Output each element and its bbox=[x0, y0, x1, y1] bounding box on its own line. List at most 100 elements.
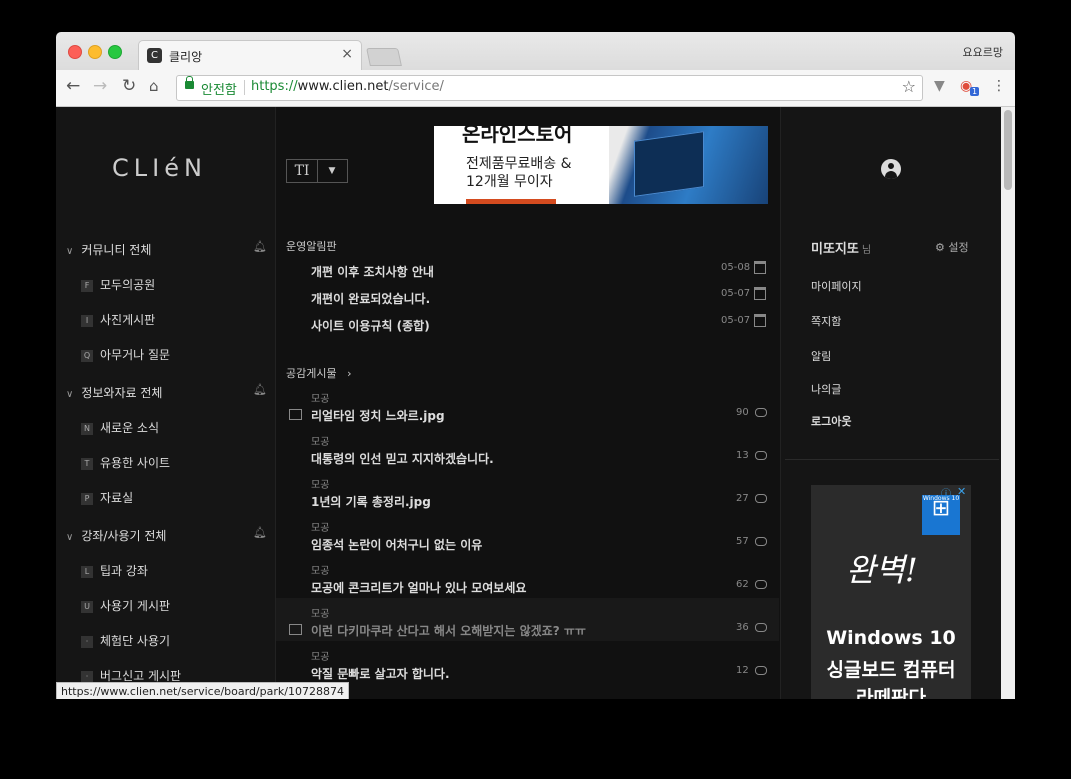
chevron-down-icon: ∨ bbox=[66, 389, 74, 400]
post-title[interactable]: 1년의 기록 총정리.jpg bbox=[311, 493, 431, 510]
comment-count: 57 bbox=[736, 536, 749, 547]
reload-icon[interactable]: ↻ bbox=[122, 76, 136, 96]
tab-close-icon[interactable]: × bbox=[341, 46, 353, 62]
tab-title: 클리앙 bbox=[169, 50, 203, 64]
scrollbar[interactable] bbox=[1001, 107, 1015, 699]
status-bar-url: https://www.clien.net/service/board/park… bbox=[56, 682, 349, 699]
scrollbar-thumb[interactable] bbox=[1004, 110, 1012, 190]
board-pds[interactable]: P 자료실 bbox=[81, 489, 133, 506]
side-ad[interactable]: ⊞ Windows 10 ⓘ ✕ 완벽! Windows 10 싱글보드 컴퓨터 … bbox=[811, 485, 971, 699]
ad-button[interactable] bbox=[466, 199, 556, 204]
notice-title[interactable]: 사이트 이용규칙 (종합) bbox=[311, 317, 430, 334]
username: 미또지또 님 bbox=[811, 242, 872, 257]
notice-title[interactable]: 개편 이후 조치사항 안내 bbox=[311, 263, 434, 280]
bell-icon[interactable]: 🔔︎ bbox=[253, 240, 267, 253]
category-lecture[interactable]: ∨ 강좌/사용기 전체 bbox=[66, 527, 166, 544]
font-icon[interactable]: TI bbox=[287, 160, 318, 182]
category-info[interactable]: ∨ 정보와자료 전체 bbox=[66, 384, 162, 401]
clien-logo[interactable]: CLIéN bbox=[112, 154, 207, 182]
vivaldi-extension-icon[interactable]: ▼ bbox=[934, 78, 945, 94]
address-bar[interactable]: 안전함 https://www.clien.net/service/ ☆ bbox=[176, 75, 923, 101]
browser-window: C 클리앙 × 요요르망 ← → ↻ ⌂ 안전함 https://www.cli… bbox=[56, 32, 1015, 699]
mypage-link[interactable]: 마이페이지 bbox=[811, 278, 862, 294]
bell-icon[interactable]: 🔔︎ bbox=[253, 383, 267, 396]
tab-clien[interactable]: C 클리앙 × bbox=[138, 40, 362, 71]
post-title[interactable]: 임종석 논란이 어처구니 없는 이유 bbox=[311, 536, 482, 553]
ad-info-icon[interactable]: ⓘ bbox=[941, 485, 951, 500]
web-page: CLIéN ∨ 커뮤니티 전체 🔔︎ F 모두의공원 I 사진게시판 Q 아무거나 질문… bbox=[56, 107, 1015, 699]
comment-icon bbox=[755, 408, 767, 417]
board-useful-sites[interactable]: T 유용한 사이트 bbox=[81, 454, 170, 471]
post-title[interactable]: 악질 문빠로 살고자 합니다. bbox=[311, 665, 450, 682]
post-board: 모공 bbox=[311, 523, 330, 534]
post-title[interactable]: 리얼타임 정치 느와르.jpg bbox=[311, 407, 445, 424]
font-size-toggle[interactable]: TI ▼ bbox=[286, 159, 348, 183]
laptop-screen-image bbox=[634, 131, 704, 197]
post-title[interactable]: 모공에 콘크리트가 얼마나 있나 모여보세요 bbox=[311, 579, 526, 596]
my-posts-link[interactable]: 나의글 bbox=[811, 381, 841, 397]
notice-date: 05-07 bbox=[721, 315, 751, 326]
settings-link[interactable]: ⚙ 설정 bbox=[935, 239, 969, 255]
left-sidebar: CLIéN ∨ 커뮤니티 전체 🔔︎ F 모두의공원 I 사진게시판 Q 아무거나 질문… bbox=[56, 107, 276, 699]
logout-link[interactable]: 로그아웃 bbox=[811, 413, 851, 429]
banner-ad[interactable]: 온라인스토어 전제품무료배송 & 12개월 무이자 bbox=[434, 126, 768, 204]
ad-title: 온라인스토어 bbox=[462, 126, 573, 146]
user-avatar-icon[interactable] bbox=[881, 159, 901, 179]
hot-posts-heading[interactable]: 공감게시물 › bbox=[286, 365, 352, 381]
post-board: 모공 bbox=[311, 480, 330, 491]
messages-link[interactable]: 쪽지함 bbox=[811, 313, 841, 329]
board-question[interactable]: Q 아무거나 질문 bbox=[81, 346, 170, 363]
secure-label: 안전함 bbox=[201, 83, 237, 98]
comment-count: 90 bbox=[736, 407, 749, 418]
comment-icon bbox=[755, 623, 767, 632]
bookmark-star-icon[interactable]: ☆ bbox=[902, 77, 916, 96]
board-photos[interactable]: I 사진게시판 bbox=[81, 311, 155, 328]
comment-icon bbox=[755, 537, 767, 546]
user-panel: 미또지또 님 ⚙ 설정 마이페이지 쪽지함 알림 나의글 로그아웃 ⊞ Window… bbox=[780, 107, 1002, 699]
board-park[interactable]: F 모두의공원 bbox=[81, 276, 155, 293]
board-trials[interactable]: · 체험단 사용기 bbox=[81, 632, 170, 649]
comment-count: 36 bbox=[736, 622, 749, 633]
post-board: 모공 bbox=[311, 437, 330, 448]
ad-close-icon[interactable]: ✕ bbox=[957, 485, 966, 498]
menu-dots-icon[interactable]: ⋮ bbox=[992, 78, 1006, 94]
notice-date: 05-07 bbox=[721, 288, 751, 299]
calendar-icon bbox=[754, 287, 766, 300]
notice-title[interactable]: 개편이 완료되었습니다. bbox=[311, 290, 430, 307]
minimize-window-button[interactable] bbox=[88, 45, 102, 59]
back-arrow-icon[interactable]: ← bbox=[66, 76, 80, 96]
chevron-right-icon: › bbox=[347, 367, 352, 380]
comment-icon bbox=[755, 580, 767, 589]
new-tab-button[interactable] bbox=[366, 48, 402, 66]
calendar-icon bbox=[754, 314, 766, 327]
main-content: TI ▼ 온라인스토어 전제품무료배송 & 12개월 무이자 운영알림판 개편 … bbox=[276, 107, 779, 699]
ad-line-2: 12개월 무이자 bbox=[466, 174, 553, 190]
gear-icon: ⚙ bbox=[935, 241, 945, 254]
chevron-down-icon[interactable]: ▼ bbox=[317, 160, 347, 182]
ad-script-text: 완벽! bbox=[846, 551, 918, 589]
category-community[interactable]: ∨ 커뮤니티 전체 bbox=[66, 241, 151, 258]
extension-badge: 1 bbox=[970, 87, 980, 96]
forward-arrow-icon[interactable]: → bbox=[93, 76, 107, 96]
zoom-window-button[interactable] bbox=[108, 45, 122, 59]
board-reviews[interactable]: U 사용기 게시판 bbox=[81, 597, 170, 614]
post-title[interactable]: 대통령의 인선 믿고 지지하겠습니다. bbox=[311, 450, 494, 467]
home-icon[interactable]: ⌂ bbox=[149, 77, 159, 95]
image-icon bbox=[289, 409, 302, 420]
board-tips[interactable]: L 팁과 강좌 bbox=[81, 562, 148, 579]
post-title[interactable]: 이런 다키마쿠라 산다고 해서 오해받지는 않겠죠? ㅠㅠ bbox=[311, 622, 586, 639]
profile-name[interactable]: 요요르망 bbox=[963, 44, 1003, 60]
board-news[interactable]: N 새로운 소식 bbox=[81, 419, 159, 436]
close-window-button[interactable] bbox=[68, 45, 82, 59]
url-text[interactable]: https://www.clien.net/service/ bbox=[251, 79, 444, 94]
ad-line-1: 전제품무료배송 & bbox=[466, 156, 572, 172]
notifications-link[interactable]: 알림 bbox=[811, 348, 831, 364]
post-board: 모공 bbox=[311, 566, 330, 577]
divider bbox=[785, 459, 999, 460]
post-board: 모공 bbox=[311, 609, 330, 620]
bell-icon[interactable]: 🔔︎ bbox=[253, 526, 267, 539]
post-board: 모공 bbox=[311, 652, 330, 663]
chevron-down-icon: ∨ bbox=[66, 246, 74, 257]
notice-heading: 운영알림판 bbox=[286, 240, 337, 253]
ad-headline-2: 싱글보드 컴퓨터 bbox=[826, 659, 956, 681]
